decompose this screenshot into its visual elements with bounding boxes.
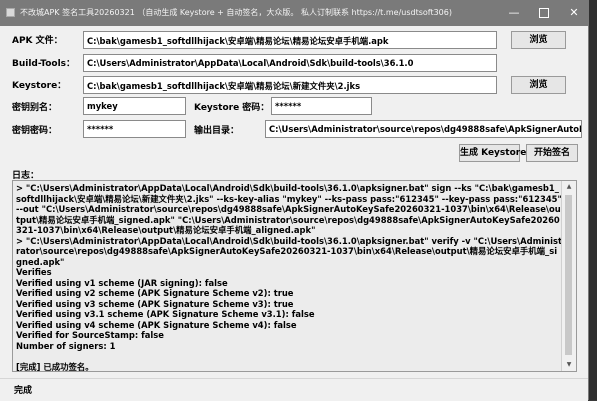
start-sign-button[interactable]: 开始签名 — [526, 144, 578, 162]
alias-label: 密钥别名： — [12, 103, 58, 113]
app-window: 不改城APK 签名工具20260321 （自动生成 Keystore + 自动签… — [0, 0, 589, 401]
minimize-button[interactable]: — — [499, 0, 529, 26]
apk-path-input[interactable]: C:\bak\gamesb1_softdllhijack\安卓端\精易论坛\精易… — [83, 31, 497, 49]
build-tools-input[interactable]: C:\Users\Administrator\AppData\Local\And… — [83, 54, 497, 72]
keystore-path-input[interactable]: C:\bak\gamesb1_softdllhijack\安卓端\精易论坛\新建… — [83, 76, 497, 94]
scroll-down-icon[interactable]: ▼ — [562, 359, 576, 371]
log-text: > "C:\Users\Administrator\AppData\Local\… — [16, 183, 562, 372]
output-dir-input[interactable]: C:\Users\Administrator\source\repos\dg49… — [265, 120, 582, 138]
key-password-label: 密钥密码： — [12, 126, 58, 136]
apk-browse-button[interactable]: 浏览 — [511, 31, 566, 49]
background-desktop — [589, 0, 597, 400]
maximize-icon — [539, 8, 549, 18]
app-icon — [6, 8, 15, 17]
keystore-password-input[interactable]: ****** — [271, 97, 372, 115]
close-button[interactable]: ✕ — [559, 0, 589, 26]
apk-label: APK 文件： — [12, 36, 63, 46]
keystore-browse-button[interactable]: 浏览 — [511, 76, 566, 94]
build-tools-label: Build-Tools： — [12, 59, 76, 69]
scroll-thumb[interactable] — [565, 195, 572, 355]
key-password-input[interactable]: ****** — [83, 120, 186, 138]
keystore-password-label: Keystore 密码： — [194, 103, 270, 113]
status-bar: 完成 — [0, 378, 588, 401]
status-text: 完成 — [14, 386, 33, 396]
close-icon: ✕ — [569, 6, 579, 19]
scroll-up-icon[interactable]: ▲ — [562, 181, 576, 193]
log-scrollbar[interactable]: ▲ ▼ — [561, 181, 576, 371]
keystore-label: Keystore： — [12, 81, 67, 91]
alias-input[interactable]: mykey — [83, 97, 186, 115]
log-output[interactable]: > "C:\Users\Administrator\AppData\Local\… — [12, 180, 577, 372]
minimize-icon: — — [508, 6, 520, 19]
window-title: 不改城APK 签名工具20260321 （自动生成 Keystore + 自动签… — [20, 8, 452, 17]
generate-keystore-button[interactable]: 生成 Keystore — [459, 144, 526, 162]
output-dir-label: 输出目录： — [194, 126, 240, 136]
title-bar[interactable]: 不改城APK 签名工具20260321 （自动生成 Keystore + 自动签… — [0, 0, 588, 26]
maximize-button[interactable] — [529, 0, 559, 26]
